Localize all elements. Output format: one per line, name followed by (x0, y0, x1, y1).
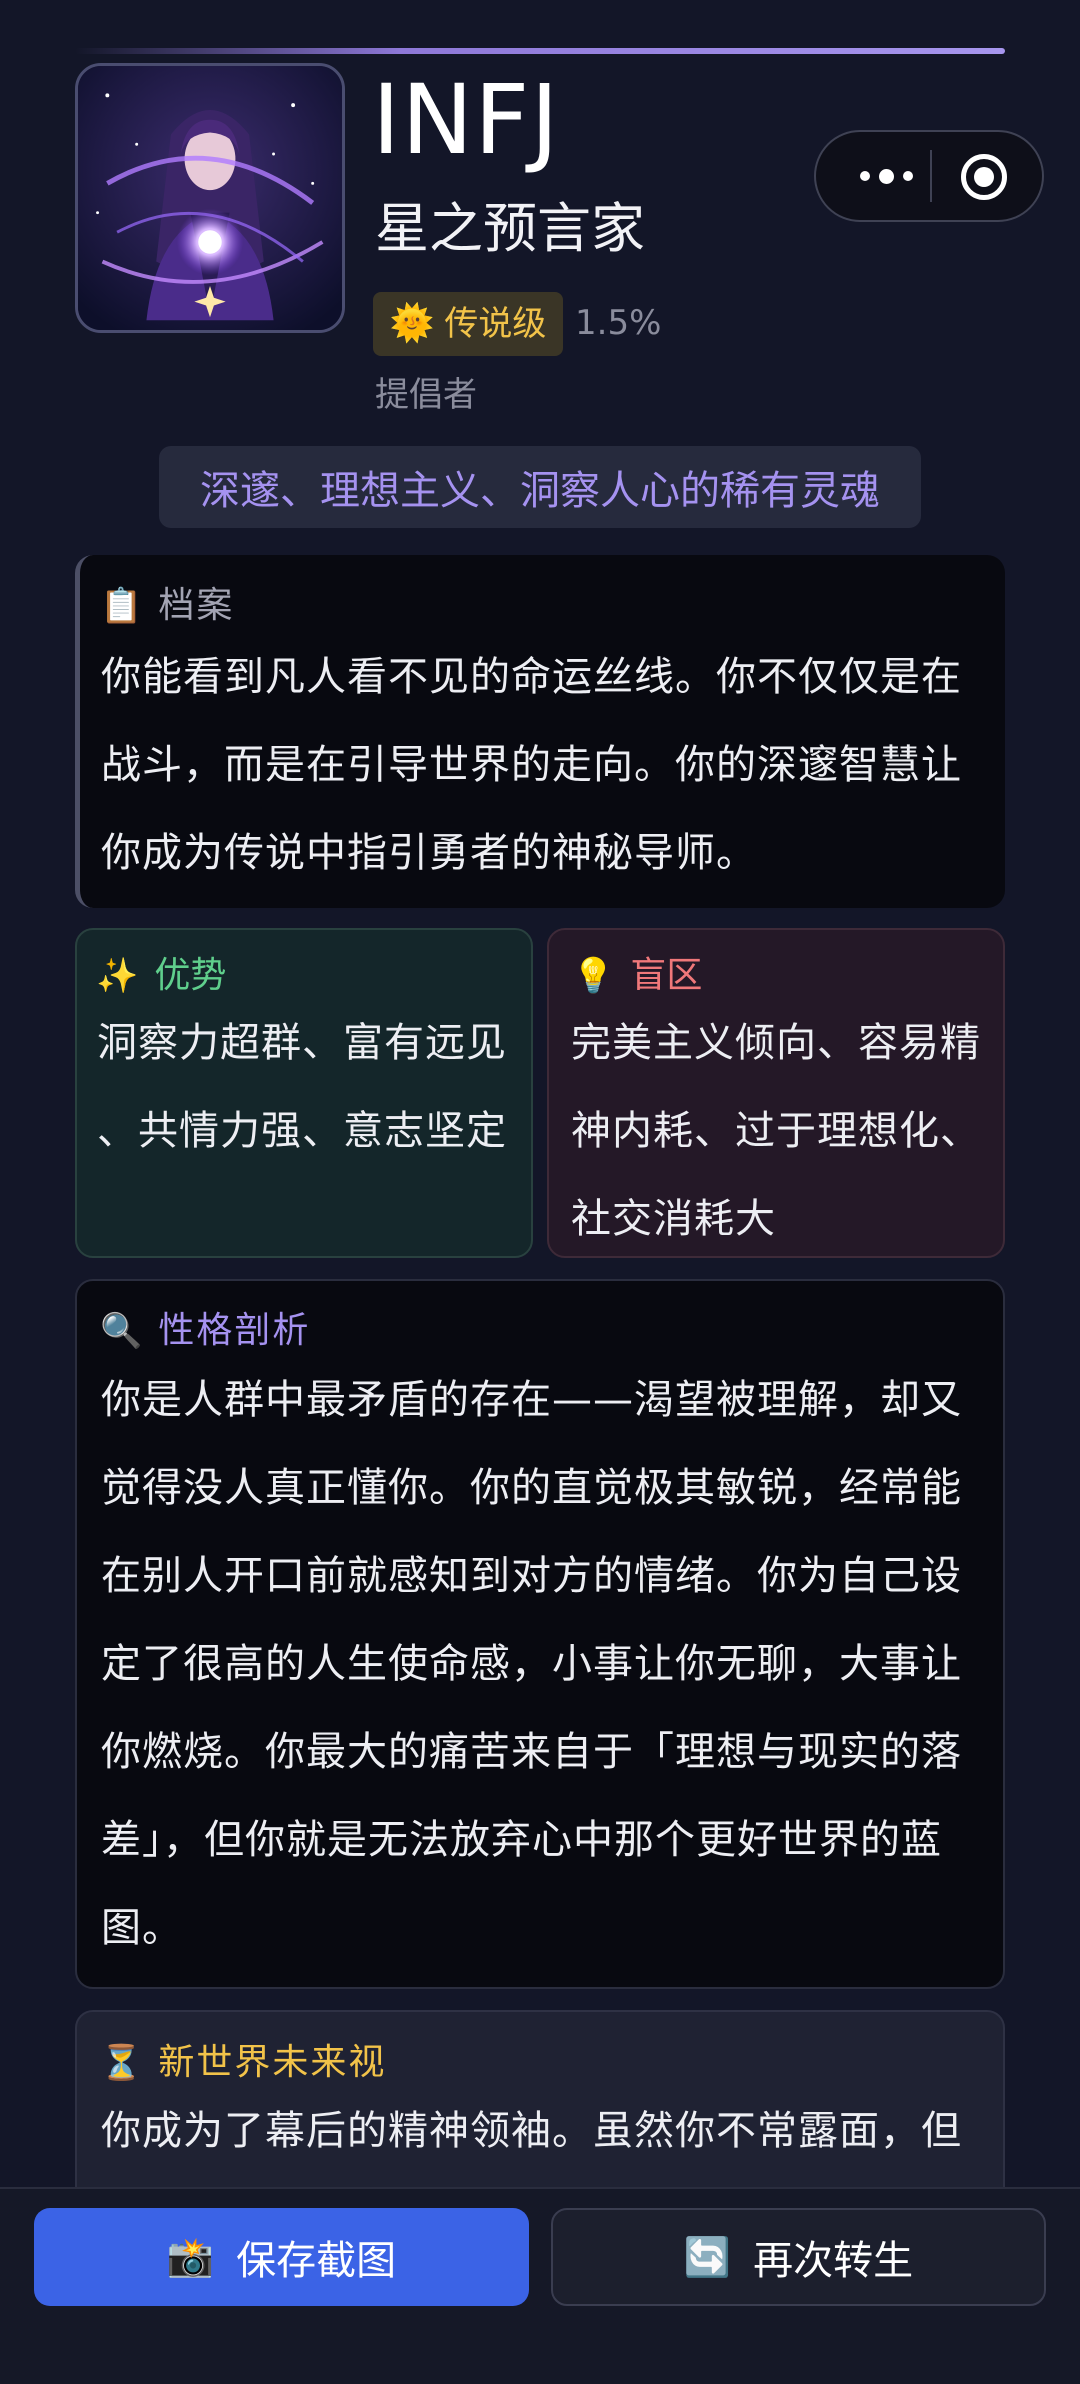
blind-spots-line: 社交消耗大 (571, 1196, 776, 1242)
blind-spots-heading: 💡 盲区 (572, 958, 702, 994)
avatar-illustration (78, 66, 342, 330)
reincarnate-button[interactable]: 🔄 再次转生 (551, 2208, 1046, 2306)
tagline: 深邃、理想主义、洞察人心的稀有灵魂 (159, 446, 921, 528)
analysis-title: 性格剖析 (158, 1310, 311, 1351)
blind-spots-line: 神内耗、过于理想化、 (571, 1108, 981, 1154)
lightbulb-icon: 💡 (572, 956, 615, 996)
camera-icon: 📸 (166, 2235, 215, 2279)
strengths-line: 、共情力强、意志坚定 (97, 1108, 507, 1154)
mbti-type: INFJ (372, 64, 560, 176)
save-screenshot-label: 保存截图 (236, 2238, 397, 2284)
clipboard-icon: 📋 (100, 586, 143, 626)
rarity-label: 传说级 (444, 304, 547, 344)
future-line: 你成为了幕后的精神领袖。虽然你不常露面，但 (101, 2108, 962, 2154)
analysis-line: 在别人开口前就感知到对方的情绪。你为自己设 (101, 1553, 962, 1599)
save-screenshot-button[interactable]: 📸 保存截图 (34, 2208, 529, 2306)
analysis-line: 觉得没人真正懂你。你的直觉极其敏锐，经常能 (101, 1465, 962, 1511)
analysis-line: 你是人群中最矛盾的存在——渴望被理解，却又 (101, 1377, 962, 1423)
capsule-divider (930, 150, 932, 202)
reincarnate-label: 再次转生 (753, 2238, 914, 2284)
more-options-icon[interactable] (846, 164, 926, 188)
blind-spots-text: 完美主义倾向、容易精 神内耗、过于理想化、 社交消耗大 (571, 999, 981, 1263)
profile-title: 档案 (158, 585, 235, 626)
rarity-badge: 🌞 传说级 (373, 292, 563, 356)
analysis-line: 你燃烧。你最大的痛苦来自于「理想与现实的落 (101, 1729, 962, 1775)
analysis-heading: 🔍 性格剖析 (100, 1313, 310, 1349)
refresh-icon: 🔄 (683, 2235, 732, 2279)
close-miniprogram-core (974, 167, 994, 187)
profile-line: 你成为传说中指引勇者的神秘导师。 (101, 830, 757, 876)
persona-title: 星之预言家 (375, 197, 645, 260)
analysis-line: 图。 (101, 1905, 183, 1951)
blind-spots-line: 完美主义倾向、容易精 (571, 1020, 981, 1066)
blind-spots-title: 盲区 (630, 955, 703, 996)
profile-line: 你能看到凡人看不见的命运丝线。你不仅仅是在 (101, 654, 962, 700)
analysis-line: 定了很高的人生使命感，小事让你无聊，大事让 (101, 1641, 962, 1687)
strengths-heading: ✨ 优势 (96, 958, 226, 994)
analysis-line: 差」，但你就是无法放弃心中那个更好世界的蓝 (101, 1817, 942, 1863)
avatar (75, 63, 345, 333)
top-progress-line (75, 48, 1005, 54)
strengths-line: 洞察力超群、富有远见 (97, 1020, 507, 1066)
sparkles-icon: ✨ (96, 956, 139, 996)
magnifier-icon: 🔍 (100, 1311, 143, 1351)
profile-line: 战斗，而是在引导世界的走向。你的深邃智慧让 (101, 742, 962, 788)
sun-icon: 🌞 (389, 303, 435, 344)
future-title: 新世界未来视 (158, 2042, 387, 2083)
rarity-percentage: 1.5% (575, 303, 662, 343)
future-text: 你成为了幕后的精神领袖。虽然你不常露面，但 (101, 2087, 962, 2175)
profile-text: 你能看到凡人看不见的命运丝线。你不仅仅是在 战斗，而是在引导世界的走向。你的深邃… (101, 633, 962, 897)
miniprogram-capsule (814, 130, 1044, 222)
mbti-role: 提倡者 (375, 375, 477, 415)
strengths-text: 洞察力超群、富有远见 、共情力强、意志坚定 (97, 999, 507, 1175)
strengths-title: 优势 (154, 955, 227, 996)
future-heading: ⏳ 新世界未来视 (100, 2045, 386, 2081)
analysis-text: 你是人群中最矛盾的存在——渴望被理解，却又 觉得没人真正懂你。你的直觉极其敏锐，… (101, 1356, 962, 1972)
hourglass-icon: ⏳ (100, 2043, 143, 2083)
profile-heading: 📋 档案 (100, 588, 234, 624)
